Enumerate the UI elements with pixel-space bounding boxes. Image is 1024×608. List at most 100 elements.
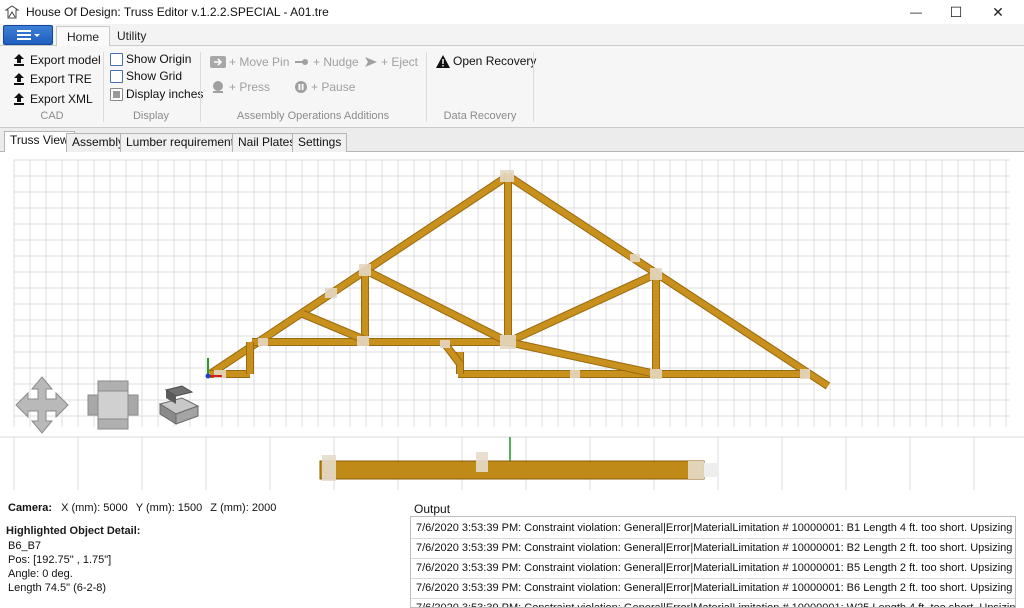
nail-plate[interactable]: [688, 461, 704, 479]
left-diagonal-web-b[interactable]: [363, 267, 510, 345]
upload-icon: [14, 73, 24, 85]
ribbon-tab-strip: Home Utility: [0, 24, 1024, 47]
output-row[interactable]: 7/6/2020 3:53:39 PM: Constraint violatio…: [411, 579, 1015, 599]
output-row[interactable]: 7/6/2020 3:53:39 PM: Constraint violatio…: [411, 599, 1015, 607]
lumber-board[interactable]: [319, 460, 705, 480]
highlighted-object-pos: Pos: [192.75" , 1.75"]: [8, 554, 112, 566]
nail-plate[interactable]: [357, 336, 369, 346]
view-tab-strip: Truss View Assembly Lumber requirements …: [0, 128, 1024, 153]
nail-plate[interactable]: [500, 335, 516, 349]
open-recovery-label: Open Recovery: [453, 54, 537, 68]
ribbon-tab-home[interactable]: Home: [56, 26, 111, 47]
nail-plate[interactable]: [570, 370, 580, 378]
show-origin-checkbox[interactable]: Show Origin: [110, 52, 191, 66]
info-panel: Camera: X (mm): 5000 Y (mm): 1500 Z (mm)…: [0, 492, 1024, 608]
window-title: House Of Design: Truss Editor v.1.2.2.SP…: [26, 5, 329, 19]
nail-plate[interactable]: [500, 170, 514, 182]
nail-plate[interactable]: [650, 369, 662, 379]
output-row[interactable]: 7/6/2020 3:53:39 PM: Constraint violatio…: [411, 539, 1015, 559]
upload-icon: [14, 54, 24, 66]
assembly-additions-group-label: Assembly Operations Additions: [236, 110, 390, 122]
camera-z: Z (mm): 2000: [210, 502, 277, 514]
output-row[interactable]: 7/6/2020 3:53:39 PM: Constraint violatio…: [411, 519, 1015, 539]
nudge-label: + Nudge: [313, 55, 359, 69]
nail-plate[interactable]: [800, 369, 810, 379]
tab-truss-view[interactable]: Truss View: [4, 131, 75, 153]
output-label: Output: [414, 502, 451, 516]
tab-settings[interactable]: Settings: [292, 133, 348, 152]
right-diagonal-web-a[interactable]: [506, 271, 658, 345]
show-grid-label: Show Grid: [126, 69, 183, 83]
nail-plate[interactable]: [440, 340, 450, 348]
warning-icon: [436, 54, 450, 68]
application-menu-button[interactable]: [3, 25, 53, 45]
nail-plate[interactable]: [630, 254, 640, 262]
right-diagonal-web-b[interactable]: [507, 339, 657, 377]
output-log[interactable]: 7/6/2020 3:53:39 PM: Constraint violatio…: [410, 516, 1016, 608]
close-icon: ✕: [992, 3, 1004, 20]
export-xml-button[interactable]: Export XML: [12, 92, 93, 106]
nail-plate[interactable]: [322, 455, 336, 481]
ribbon-separator: [426, 52, 427, 122]
cad-group: Export model Export TRE Export XML CAD: [6, 50, 101, 124]
tab-nail-plates[interactable]: Nail Plates: [232, 133, 302, 152]
app-logo-icon: [4, 5, 20, 19]
display-group-label: Display: [132, 110, 170, 122]
press-icon: [213, 81, 223, 93]
show-grid-checkbox[interactable]: Show Grid: [110, 69, 182, 83]
pause-icon: [295, 81, 307, 93]
nudge-button[interactable]: + Nudge: [294, 55, 359, 69]
ribbon-panel: Export model Export TRE Export XML CAD S…: [0, 46, 1024, 128]
export-xml-label: Export XML: [30, 92, 93, 106]
eject-button[interactable]: + Eject: [364, 55, 418, 69]
pause-label: + Pause: [311, 80, 356, 94]
assembly-additions-group: + Move Pin + Nudge + Eject + Press + Pau…: [204, 50, 422, 124]
show-origin-label: Show Origin: [126, 52, 192, 66]
highlighted-object-length: Length 74.5" (6-2-8): [8, 582, 107, 594]
nudge-icon: [295, 59, 308, 65]
move-pin-icon: [210, 56, 226, 68]
eject-icon: [365, 57, 377, 67]
export-model-button[interactable]: Export model: [12, 53, 101, 67]
cad-group-label: CAD: [40, 110, 64, 122]
export-tre-button[interactable]: Export TRE: [12, 72, 92, 86]
nail-plate[interactable]: [650, 268, 662, 280]
eject-label: + Eject: [381, 55, 419, 69]
orbit-control-icon[interactable]: [87, 380, 139, 430]
checkbox-box: [110, 87, 123, 101]
open-recovery-button[interactable]: Open Recovery: [436, 54, 536, 68]
tab-lumber-requirements[interactable]: Lumber requirements: [120, 133, 247, 152]
hamburger-menu-icon: [17, 30, 40, 40]
highlighted-object-name: B6_B7: [8, 540, 42, 552]
pause-button[interactable]: + Pause: [294, 80, 355, 94]
display-inches-checkbox[interactable]: Display inches: [110, 87, 203, 101]
maximize-icon: ☐: [949, 3, 963, 20]
truss-canvas[interactable]: [0, 152, 1024, 492]
camera-x: X (mm): 5000: [61, 502, 128, 514]
highlighted-object-angle: Angle: 0 deg.: [8, 568, 73, 580]
output-row[interactable]: 7/6/2020 3:53:39 PM: Constraint violatio…: [411, 559, 1015, 579]
data-recovery-group: Open Recovery Data Recovery: [430, 50, 536, 124]
nail-plate[interactable]: [325, 288, 337, 298]
truss-viewport[interactable]: [0, 152, 1024, 492]
press-label: + Press: [229, 80, 271, 94]
nail-plate[interactable]: [704, 463, 718, 477]
maximize-button[interactable]: ☐: [933, 0, 979, 24]
display-inches-label: Display inches: [126, 87, 204, 101]
zoom-control-icon[interactable]: [158, 385, 200, 425]
title-bar: House Of Design: Truss Editor v.1.2.2.SP…: [0, 0, 1024, 24]
press-button[interactable]: + Press: [210, 80, 270, 94]
ribbon-separator: [533, 52, 534, 122]
ribbon-tab-utility[interactable]: Utility: [107, 26, 156, 47]
move-pin-button[interactable]: + Move Pin: [210, 55, 289, 69]
nail-plate[interactable]: [258, 338, 268, 346]
ribbon-separator: [103, 52, 104, 122]
nail-plate[interactable]: [359, 264, 371, 276]
camera-label: Camera:: [8, 502, 53, 514]
pan-control-icon[interactable]: [15, 376, 69, 434]
close-button[interactable]: ✕: [975, 0, 1021, 24]
display-group: Show Origin Show Grid Display inches Dis…: [106, 50, 203, 124]
lumber-bar: [0, 436, 1024, 481]
ribbon-separator: [200, 52, 201, 122]
nail-plate[interactable]: [476, 452, 488, 472]
